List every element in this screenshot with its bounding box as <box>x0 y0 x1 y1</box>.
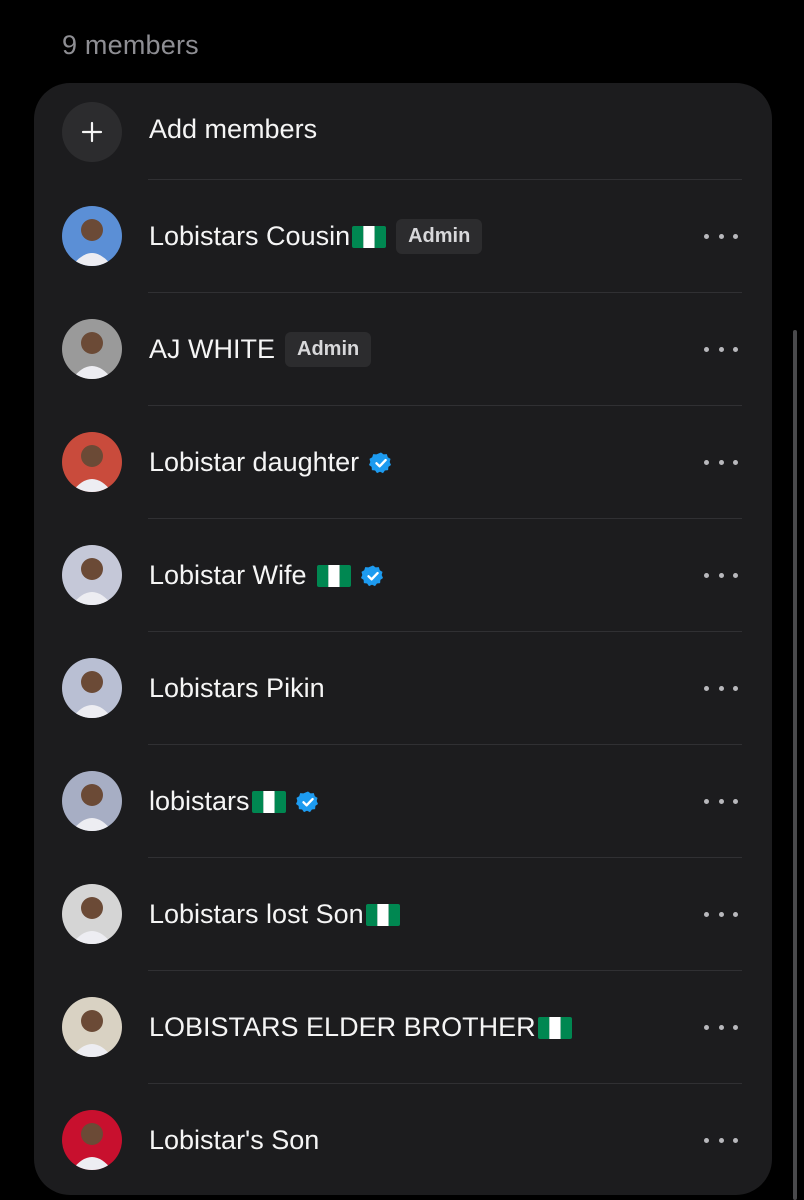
dot <box>733 911 738 917</box>
member-name-group: LOBISTARS ELDER BROTHER <box>149 971 572 1084</box>
member-name: Lobistar Wife <box>149 560 307 590</box>
member-name: Lobistars Pikin <box>149 673 325 703</box>
member-name-group: Lobistar Wife <box>149 519 385 632</box>
dot <box>704 346 709 352</box>
add-members-label: Add members <box>149 114 318 144</box>
member-name-group: AJ WHITE Admin <box>149 293 372 406</box>
dot <box>718 1137 724 1143</box>
nigeria-flag-icon <box>537 1016 572 1039</box>
admin-badge: Admin <box>285 332 372 367</box>
group-members-screen: 9 members Add members Lobistars Cousin Ad… <box>0 0 804 1200</box>
member-name: lobistars <box>149 786 250 816</box>
dot <box>718 1024 724 1030</box>
dot <box>704 233 709 239</box>
more-options-icon[interactable] <box>704 789 738 813</box>
dot <box>718 798 724 804</box>
more-options-icon[interactable] <box>704 337 738 361</box>
member-name: Lobistars lost Son <box>149 899 364 929</box>
avatar[interactable] <box>62 658 122 718</box>
member-name: AJ WHITE <box>149 334 275 364</box>
nigeria-flag-icon <box>251 790 286 813</box>
dot <box>733 346 738 352</box>
member-name: Lobistars Cousin <box>149 221 351 251</box>
avatar[interactable] <box>62 1110 122 1170</box>
member-name-group: lobistars <box>149 745 320 858</box>
member-row[interactable]: Lobistar's Son <box>34 1084 772 1195</box>
dot <box>704 572 709 578</box>
more-options-icon[interactable] <box>704 1015 738 1039</box>
dot <box>718 459 724 465</box>
member-name-group: Lobistars Cousin Admin <box>149 180 483 293</box>
member-name-group: Lobistar daughter <box>149 406 393 519</box>
dot <box>704 1024 709 1030</box>
dot <box>733 1024 738 1030</box>
avatar[interactable] <box>62 884 122 944</box>
dot <box>718 233 724 239</box>
member-row[interactable]: lobistars <box>34 745 772 858</box>
avatar[interactable] <box>62 997 122 1057</box>
dot <box>704 459 709 465</box>
member-name: Lobistar daughter <box>149 447 360 477</box>
member-name: Lobistar's Son <box>149 1125 320 1155</box>
dot <box>718 685 724 691</box>
verified-badge-icon <box>369 451 393 475</box>
dot <box>733 798 738 804</box>
dot <box>718 346 724 352</box>
member-name-group: Lobistars lost Son <box>149 858 400 971</box>
nigeria-flag-icon <box>316 564 351 587</box>
member-row[interactable]: Lobistar Wife <box>34 519 772 632</box>
avatar[interactable] <box>62 545 122 605</box>
member-name: LOBISTARS ELDER BROTHER <box>149 1012 536 1042</box>
dot <box>704 798 709 804</box>
dot <box>704 911 709 917</box>
more-options-icon[interactable] <box>704 676 738 700</box>
plus-icon <box>81 121 103 143</box>
member-name-group: Lobistar's Son <box>149 1084 319 1195</box>
add-members-button[interactable] <box>62 102 122 162</box>
dot <box>733 685 738 691</box>
dot <box>733 459 738 465</box>
verified-badge-icon <box>360 564 385 588</box>
more-options-icon[interactable] <box>704 563 738 587</box>
avatar[interactable] <box>62 432 122 492</box>
avatar[interactable] <box>62 319 122 379</box>
dot <box>718 911 724 917</box>
member-row[interactable]: Lobistar daughter <box>34 406 772 519</box>
member-row[interactable]: Lobistars lost Son <box>34 858 772 971</box>
nigeria-flag-icon <box>352 225 387 248</box>
more-options-icon[interactable] <box>704 224 738 248</box>
dot <box>718 572 724 578</box>
verified-badge-icon <box>295 790 320 814</box>
dot <box>733 233 738 239</box>
dot <box>704 1137 709 1143</box>
member-count-label: 9 members <box>62 30 199 60</box>
member-row[interactable]: Lobistars Pikin <box>34 632 772 745</box>
members-list: Add members Lobistars Cousin Admin AJ WHIT… <box>34 83 772 1195</box>
more-options-icon[interactable] <box>704 902 738 926</box>
scrollbar[interactable] <box>793 330 797 1200</box>
member-row[interactable]: AJ WHITE Admin <box>34 293 772 406</box>
more-options-icon[interactable] <box>704 1128 738 1152</box>
admin-badge: Admin <box>396 219 483 254</box>
member-row[interactable]: Lobistars Cousin Admin <box>34 180 772 293</box>
add-members-row[interactable]: Add members <box>34 83 772 180</box>
avatar[interactable] <box>62 206 122 266</box>
avatar[interactable] <box>62 771 122 831</box>
more-options-icon[interactable] <box>704 450 738 474</box>
dot <box>733 572 738 578</box>
member-row[interactable]: LOBISTARS ELDER BROTHER <box>34 971 772 1084</box>
nigeria-flag-icon <box>365 903 400 926</box>
member-name-group: Lobistars Pikin <box>149 632 325 745</box>
dot <box>704 685 709 691</box>
dot <box>733 1137 738 1143</box>
